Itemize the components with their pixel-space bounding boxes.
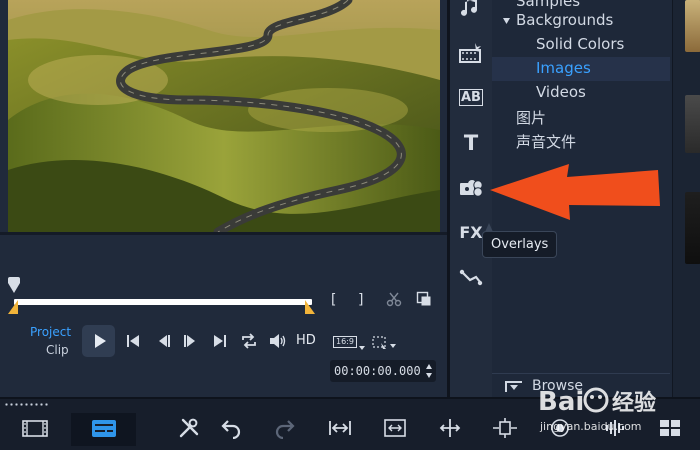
tree-item-label: 图片 (516, 109, 547, 127)
timecode-display[interactable]: 00:00:00.000 (330, 360, 436, 382)
pointer-arrow-annotation (490, 164, 660, 220)
tree-item-videos[interactable]: Videos (536, 83, 586, 101)
text-title-icon[interactable]: T (457, 130, 485, 156)
ripple-edit-icon[interactable] (492, 417, 518, 439)
record-capture-icon[interactable] (548, 417, 572, 439)
tree-item-label: Solid Colors (536, 35, 625, 53)
audio-mixer-icon[interactable] (604, 417, 628, 439)
go-to-start-icon[interactable] (125, 332, 141, 350)
transition-icon[interactable] (457, 40, 485, 66)
snapshot-icon[interactable] (416, 291, 432, 307)
tree-item-backgrounds[interactable]: Backgrounds (516, 11, 613, 29)
overlays-tooltip: Overlays (482, 223, 558, 258)
tooltip-text: Overlays (491, 237, 549, 252)
preview-panel: [ ] Project Clip HD 16:9 00:00:00.000 (0, 0, 447, 397)
chevron-down-icon (359, 346, 365, 350)
repeat-icon[interactable] (240, 332, 258, 350)
multi-camera-icon[interactable] (658, 417, 682, 439)
title-ab-label: AB (459, 88, 483, 106)
preview-divider (0, 232, 447, 235)
browse-label: Browse (532, 377, 583, 394)
hd-preview-toggle[interactable]: HD (296, 333, 316, 348)
mark-out-button[interactable]: ] (357, 292, 365, 308)
timecode-spinner-icon[interactable] (425, 362, 433, 380)
storyboard-view-icon[interactable] (22, 417, 48, 439)
scrub-track[interactable] (14, 299, 312, 305)
library-thumbnail-strip (672, 0, 700, 397)
tree-item-label: Images (536, 59, 591, 77)
preview-video-frame (8, 0, 440, 232)
fx-filter-icon[interactable]: FX (457, 219, 485, 245)
motion-path-icon[interactable] (457, 265, 485, 291)
folder-browse-icon (505, 380, 522, 392)
text-title-label: T (463, 131, 479, 155)
scissors-icon[interactable] (386, 291, 402, 307)
thumbnail-item[interactable] (685, 95, 700, 153)
project-mode-toggle[interactable]: Project (30, 325, 71, 339)
video-editor-window: [ ] Project Clip HD 16:9 00:00:00.000 AB… (0, 0, 700, 450)
redo-icon[interactable] (274, 417, 296, 439)
tree-item-label: Samples (516, 0, 581, 10)
tree-item-pictures-folder[interactable]: 图片 (516, 107, 546, 128)
previous-frame-icon[interactable] (156, 332, 172, 350)
smart-proxy-icon[interactable] (383, 417, 407, 439)
resize-grip[interactable] (4, 403, 50, 406)
fx-filter-label: FX (459, 222, 483, 242)
timeline-toolbar (0, 397, 700, 450)
volume-icon[interactable] (268, 332, 288, 350)
timeline-view-icon[interactable] (91, 417, 117, 439)
thumbnail-item[interactable] (685, 192, 700, 264)
library-category-toolbar: AB T FX (450, 0, 492, 397)
go-to-end-icon[interactable] (212, 332, 228, 350)
browse-button[interactable]: Browse (492, 373, 670, 397)
split-clip-icon[interactable] (438, 417, 462, 439)
trim-in-marker[interactable] (8, 300, 18, 314)
title-ab-icon[interactable]: AB (457, 84, 485, 110)
tree-item-label: Backgrounds (516, 11, 614, 29)
tree-item-label: Videos (536, 83, 586, 101)
crop-selection-icon[interactable] (371, 335, 397, 351)
audio-icon[interactable] (457, 0, 485, 22)
tree-item-images[interactable]: Images (536, 59, 591, 77)
tree-item-audio-files-folder[interactable]: 声音文件 (516, 131, 576, 152)
clip-mode-toggle[interactable]: Clip (46, 343, 69, 357)
next-frame-icon[interactable] (182, 332, 198, 350)
overlays-icon[interactable] (457, 175, 485, 201)
tree-item-label: 声音文件 (516, 133, 577, 151)
scrub-bar[interactable] (6, 277, 316, 314)
undo-icon[interactable] (220, 417, 242, 439)
tree-item-samples[interactable]: Samples (516, 0, 580, 10)
playhead-handle[interactable] (8, 277, 20, 293)
mark-in-button[interactable]: [ (329, 292, 337, 308)
tools-icon[interactable] (178, 417, 200, 439)
timecode-value: 00:00:00.000 (334, 364, 421, 378)
expand-triangle-icon[interactable] (502, 16, 512, 26)
thumbnail-item[interactable] (685, 0, 700, 52)
landscape-road-image (8, 0, 440, 232)
fit-to-window-icon[interactable] (328, 417, 352, 439)
play-button[interactable] (82, 325, 115, 357)
aspect-ratio-button[interactable]: 16:9 (333, 336, 357, 348)
tree-item-solid-colors[interactable]: Solid Colors (536, 35, 624, 53)
